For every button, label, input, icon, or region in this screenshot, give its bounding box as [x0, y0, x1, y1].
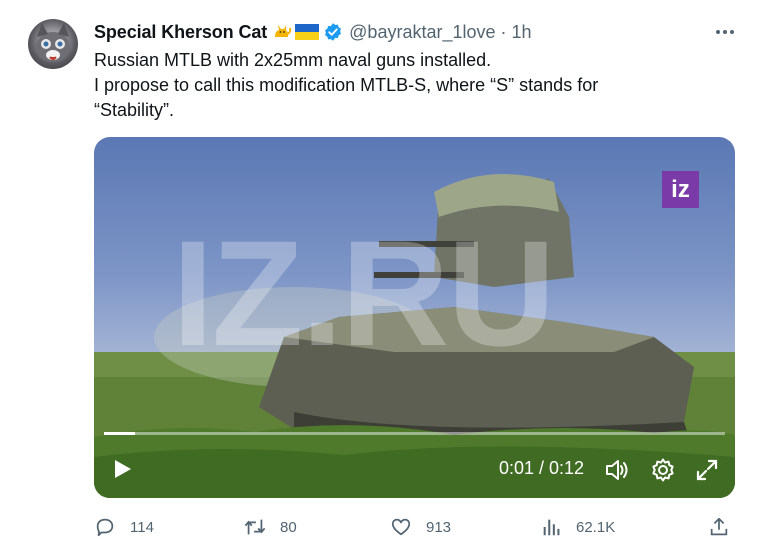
share-button[interactable] [708, 512, 730, 542]
share-icon [710, 517, 728, 536]
views-button[interactable]: 62.1K [540, 512, 615, 542]
tweet-line: I propose to call this modification MTLB… [94, 75, 599, 95]
video-progress-fill [104, 432, 136, 435]
fullscreen-icon[interactable] [694, 457, 720, 483]
avatar[interactable] [28, 19, 78, 69]
timestamp[interactable]: 1h [512, 22, 532, 43]
heart-icon [391, 518, 411, 536]
more-options-icon[interactable] [712, 22, 738, 42]
video-watermark: IZ.RU [172, 209, 556, 377]
ukraine-flag-icon [295, 24, 320, 40]
gear-icon[interactable] [650, 457, 676, 483]
display-name[interactable]: Special Kherson Cat [94, 22, 267, 43]
video-progress-bar[interactable] [104, 432, 725, 435]
retweet-count: 80 [280, 518, 297, 536]
tweet-actions: 114 80 913 62.1K [94, 512, 735, 542]
retweet-icon [244, 519, 266, 535]
reply-count: 114 [130, 518, 154, 536]
retweet-button[interactable]: 80 [244, 512, 297, 542]
video-player[interactable]: IZ.RU iz 0:01 / 0:12 [94, 137, 735, 498]
views-icon [543, 519, 560, 536]
reply-button[interactable]: 114 [94, 512, 154, 542]
reply-icon [96, 518, 114, 537]
play-icon[interactable] [110, 457, 134, 481]
video-timecode: 0:01 / 0:12 [499, 458, 585, 478]
iz-logo: iz [662, 171, 699, 208]
views-count: 62.1K [576, 518, 616, 536]
tweet-text: Russian MTLB with 2x25mm naval guns inst… [94, 48, 714, 123]
cat-emoji-icon [275, 25, 292, 37]
verified-badge-icon[interactable] [323, 22, 343, 42]
user-handle[interactable]: @bayraktar_1love [349, 22, 495, 43]
separator-dot: · [500, 21, 507, 42]
tweet-line: Russian MTLB with 2x25mm naval guns inst… [94, 50, 492, 70]
name-emoji [272, 22, 320, 42]
tweet-line: “Stability”. [94, 100, 175, 120]
like-count: 913 [426, 518, 452, 536]
volume-icon[interactable] [604, 457, 630, 483]
tweet-header: Special Kherson Cat @bayraktar_1love · 1… [94, 20, 532, 44]
like-button[interactable]: 913 [390, 512, 451, 542]
